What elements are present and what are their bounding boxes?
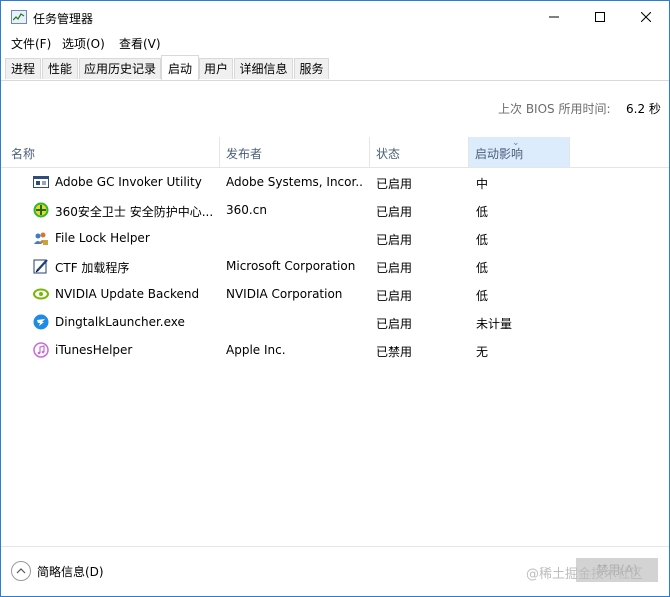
table-row[interactable]: CTF 加载程序 Microsoft Corporation 已启用 低 (1, 252, 669, 280)
360-security-icon (33, 202, 49, 218)
row-name: iTunesHelper (55, 343, 133, 357)
column-impact-label: 启动影响 (475, 147, 524, 161)
row-publisher: Microsoft Corporation (226, 259, 356, 273)
close-icon (641, 12, 651, 22)
tab-services[interactable]: 服务 (294, 58, 329, 79)
row-impact: 低 (476, 233, 489, 247)
table-row[interactable]: NVIDIA Update Backend NVIDIA Corporation… (1, 280, 669, 308)
menu-view[interactable]: 查看(V) (119, 35, 161, 52)
menu-bar: 文件(F) 选项(O) 查看(V) (1, 33, 669, 53)
fewer-details-button[interactable] (11, 561, 31, 581)
row-impact: 无 (476, 345, 489, 359)
column-publisher-label: 发布者 (226, 147, 263, 161)
footer-divider (1, 546, 669, 547)
close-button[interactable] (623, 1, 669, 33)
row-publisher: 360.cn (226, 203, 267, 217)
itunes-icon (33, 342, 49, 358)
tab-performance[interactable]: 性能 (42, 58, 78, 79)
maximize-icon (595, 12, 605, 22)
table-row[interactable]: 360安全卫士 安全防护中心... 360.cn 已启用 低 (1, 196, 669, 224)
tab-details[interactable]: 详细信息 (234, 58, 293, 79)
row-name: File Lock Helper (55, 231, 150, 245)
row-impact: 低 (476, 261, 489, 275)
tab-app-history[interactable]: 应用历史记录 (79, 58, 161, 79)
dingtalk-icon (33, 314, 49, 330)
column-name-label: 名称 (11, 147, 36, 161)
column-status-label: 状态 (376, 147, 401, 161)
column-header-name[interactable]: 名称 (5, 137, 220, 167)
watermark: @稀土掘金技术社区 (526, 567, 644, 582)
tab-startup[interactable]: 启动 (161, 55, 199, 80)
title-bar[interactable]: 任务管理器 (1, 1, 669, 33)
row-name: NVIDIA Update Backend (55, 287, 200, 301)
row-status: 已启用 (376, 317, 413, 331)
row-status: 已启用 (376, 289, 413, 303)
bios-time-label: 上次 BIOS 所用时间: (498, 102, 611, 116)
row-impact: 低 (476, 205, 489, 219)
row-status: 已启用 (376, 261, 413, 275)
row-publisher: Adobe Systems, Incor... (226, 175, 364, 189)
row-status: 已禁用 (376, 345, 413, 359)
table-row[interactable]: Adobe GC Invoker Utility Adobe Systems, … (1, 168, 669, 196)
task-manager-window: 任务管理器 文件(F) 选项(O) 查看(V) 进程 性能 应用历史记录 启动 … (0, 0, 670, 597)
table-row[interactable]: iTunesHelper Apple Inc. 已禁用 无 (1, 336, 669, 364)
table-row[interactable]: File Lock Helper 已启用 低 (1, 224, 669, 252)
minimize-icon (549, 16, 559, 18)
row-name: CTF 加载程序 (55, 261, 130, 275)
row-name: 360安全卫士 安全防护中心... (55, 205, 214, 219)
row-name: DingtalkLauncher.exe (55, 315, 185, 329)
row-impact: 中 (476, 177, 489, 191)
row-status: 已启用 (376, 233, 413, 247)
tab-strip: 进程 性能 应用历史记录 启动 用户 详细信息 服务 (1, 55, 669, 81)
fewer-details-link[interactable]: 简略信息(D) (37, 563, 104, 580)
maximize-button[interactable] (577, 1, 623, 33)
nvidia-icon (33, 286, 49, 302)
bios-time-value: 6.2 秒 (626, 102, 661, 116)
column-header-publisher[interactable]: 发布者 (220, 137, 370, 167)
chevron-up-icon (16, 568, 26, 574)
tab-users[interactable]: 用户 (199, 58, 233, 79)
row-publisher: NVIDIA Corporation (226, 287, 343, 301)
row-status: 已启用 (376, 205, 413, 219)
row-status: 已启用 (376, 177, 413, 191)
minimize-button[interactable] (531, 1, 577, 33)
window-title: 任务管理器 (33, 12, 94, 26)
adobe-gc-app-icon (33, 174, 49, 190)
task-manager-icon (11, 10, 27, 24)
sort-down-icon: ⌄ (512, 138, 520, 148)
table-row[interactable]: DingtalkLauncher.exe 已启用 未计量 (1, 308, 669, 336)
menu-file[interactable]: 文件(F) (11, 35, 51, 52)
row-publisher: Apple Inc. (226, 343, 286, 357)
column-header-status[interactable]: 状态 (370, 137, 469, 167)
row-impact: 未计量 (476, 317, 513, 331)
users-lock-icon (33, 230, 49, 246)
ctf-pen-icon (33, 258, 49, 274)
menu-options[interactable]: 选项(O) (62, 35, 105, 52)
row-name: Adobe GC Invoker Utility (55, 175, 202, 189)
column-header-impact[interactable]: ⌄ 启动影响 (469, 137, 570, 167)
tab-processes[interactable]: 进程 (5, 58, 41, 79)
row-impact: 低 (476, 289, 489, 303)
